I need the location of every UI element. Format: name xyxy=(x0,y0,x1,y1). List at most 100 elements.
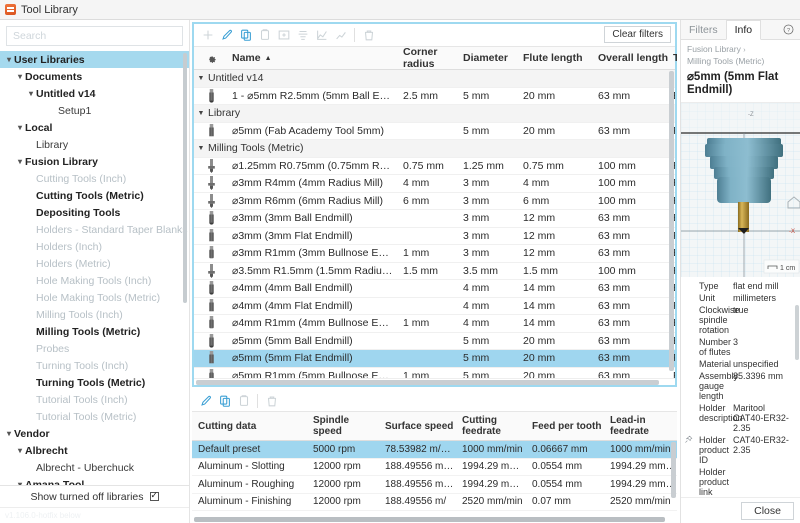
tool-properties-list[interactable]: Type flat end mill Unit millimeters Clockwis… xyxy=(681,277,800,497)
chevron-down-icon[interactable]: ▾ xyxy=(15,446,25,455)
column-header-flute-length[interactable]: Flute length xyxy=(523,52,598,64)
sidebar-item-milling-tools-metric[interactable]: Milling Tools (Metric) xyxy=(0,323,189,340)
sidebar-item-holders-inch[interactable]: Holders (Inch) xyxy=(0,238,189,255)
chevron-down-icon[interactable]: ▾ xyxy=(4,429,14,438)
sidebar-item-documents[interactable]: ▾ Documents xyxy=(0,68,189,85)
show-turned-off-libraries-row[interactable]: Show turned off libraries xyxy=(0,485,189,507)
column-settings-gear-icon[interactable] xyxy=(194,53,228,64)
tab-filters[interactable]: Filters xyxy=(681,20,726,39)
cutting-column-header-feed-per-tooth[interactable]: Feed per tooth xyxy=(526,421,604,432)
column-header-type[interactable]: Type xyxy=(673,52,677,64)
cutting-table-body[interactable]: Default preset 5000 rpm 78.53982 m/… 1000 m… xyxy=(192,441,677,516)
copy-tool-icon[interactable] xyxy=(236,26,255,44)
chevron-down-icon[interactable]: ▾ xyxy=(15,157,25,166)
chevron-down-icon[interactable]: ▾ xyxy=(4,55,14,64)
table-row[interactable]: ⌀5mm R1mm (5mm Bullnose E… 1 mm 5 mm 20 mm 6… xyxy=(194,368,675,378)
cutting-column-header-cutting-feedrate[interactable]: Cutting feedrate xyxy=(456,415,526,437)
copy-preset-icon[interactable] xyxy=(215,392,234,410)
table-row[interactable]: ⌀4mm (4mm Ball Endmill)4 mm14 mm63 mmBal… xyxy=(194,280,675,298)
sidebar-item-albrecht[interactable]: ▾ Albrecht xyxy=(0,442,189,459)
table-row[interactable]: ⌀4mm (4mm Flat Endmill)4 mm14 mm63 mmFla… xyxy=(194,298,675,315)
cutting-data-row[interactable]: Aluminum - Finishing 12000 rpm 188.49556 m… xyxy=(192,494,677,511)
sidebar-item-local[interactable]: ▾ Local xyxy=(0,119,189,136)
cutting-data-row[interactable]: Aluminum - Roughing 12000 rpm 188.49556 m/… xyxy=(192,476,677,494)
sidebar-item-library[interactable]: Library xyxy=(0,136,189,153)
table-row[interactable]: ⌀5mm (Fab Academy Tool 5mm) 5 mm 20 mm 63 m… xyxy=(194,123,675,140)
edit-preset-icon[interactable] xyxy=(196,392,215,410)
sidebar-item-hole-making-tools-metric[interactable]: Hole Making Tools (Metric) xyxy=(0,289,189,306)
table-row[interactable]: 1 - ⌀5mm R2.5mm (5mm Ball E… 2.5 mm 5 mm 20… xyxy=(194,88,675,105)
chevron-down-icon[interactable]: ▾ xyxy=(15,480,25,485)
sidebar-item-vendor[interactable]: ▾ Vendor xyxy=(0,425,189,442)
sidebar-item-albrecht-uberchuck[interactable]: Albrecht - Uberchuck xyxy=(0,459,189,476)
table-row[interactable]: ⌀5mm (5mm Flat Endmill)5 mm20 mm63 mmFla… xyxy=(194,350,675,368)
help-icon[interactable]: ? xyxy=(783,20,800,39)
sidebar-item-milling-tools-inch[interactable]: Milling Tools (Inch) xyxy=(0,306,189,323)
sidebar-item-holders-metric[interactable]: Holders (Metric) xyxy=(0,255,189,272)
edit-tool-icon[interactable] xyxy=(217,26,236,44)
pin-icon[interactable] xyxy=(684,435,693,446)
sidebar-item-tutorial-tools-metric[interactable]: Tutorial Tools (Metric) xyxy=(0,408,189,425)
properties-scrollbar[interactable] xyxy=(795,305,799,360)
chevron-down-icon[interactable]: ▾ xyxy=(26,89,36,98)
chevron-down-icon[interactable]: ▾ xyxy=(15,123,25,132)
flute-length-cell: 4 mm xyxy=(523,177,550,190)
column-header-overall-length[interactable]: Overall length xyxy=(598,52,673,64)
library-tree[interactable]: ▾ User Libraries ▾ Documents ▾ Untitled v14 Se… xyxy=(0,51,189,485)
table-row[interactable]: ⌀3.5mm R1.5mm (1.5mm Radiu… 1.5 mm 3.5 mm 1… xyxy=(194,263,675,280)
tool-table-body[interactable]: ▼ Untitled v14 1 - ⌀5mm R2.5mm (5mm Ball E… xyxy=(194,70,675,378)
tool-group-row[interactable]: ▼ Library xyxy=(194,105,675,123)
sidebar-item-turning-tools-metric[interactable]: Turning Tools (Metric) xyxy=(0,374,189,391)
sidebar-item-hole-making-tools-inch[interactable]: Hole Making Tools (Inch) xyxy=(0,272,189,289)
sidebar-item-user-libraries[interactable]: ▾ User Libraries xyxy=(0,51,189,68)
show-turned-off-checkbox[interactable] xyxy=(149,490,159,501)
sidebar-item-probes[interactable]: Probes xyxy=(0,340,189,357)
chevron-down-icon[interactable]: ▼ xyxy=(194,75,208,82)
close-button[interactable]: Close xyxy=(741,501,794,520)
sidebar-item-cutting-tools-metric[interactable]: Cutting Tools (Metric) xyxy=(0,187,189,204)
tool-list-hscrollbar[interactable] xyxy=(194,378,675,385)
tool-preview-viewport[interactable]: -Z -X 1 cm xyxy=(681,102,800,277)
column-header-diameter[interactable]: Diameter xyxy=(463,52,523,64)
tool-group-row[interactable]: ▼ Milling Tools (Metric) xyxy=(194,140,675,158)
cutting-column-header-spindle-speed[interactable]: Spindle speed xyxy=(307,415,379,437)
sidebar-item-setup1[interactable]: Setup1 xyxy=(0,102,189,119)
table-row[interactable]: ⌀3mm R1mm (3mm Bullnose E… 1 mm 3 mm 12 mm 6… xyxy=(194,245,675,263)
clear-filters-button[interactable]: Clear filters xyxy=(604,26,671,43)
column-header-name[interactable]: Name ▲ xyxy=(228,52,403,64)
cutting-hscrollbar[interactable] xyxy=(192,516,677,523)
chevron-down-icon[interactable]: ▼ xyxy=(194,145,208,152)
chevron-down-icon[interactable]: ▾ xyxy=(15,72,25,81)
sidebar-item-cutting-tools-inch[interactable]: Cutting Tools (Inch) xyxy=(0,170,189,187)
sidebar-item-fusion-library[interactable]: ▾ Fusion Library xyxy=(0,153,189,170)
cutting-column-header-surface-speed[interactable]: Surface speed xyxy=(379,421,456,432)
tool-list-scrollbar[interactable] xyxy=(669,71,674,371)
cutting-column-header-lead-in-feedrate[interactable]: Lead-in feedrate xyxy=(604,415,676,437)
table-row[interactable]: ⌀3mm (3mm Ball Endmill)3 mm12 mm63 mmBal… xyxy=(194,210,675,228)
sidebar-item-untitled-v14[interactable]: ▾ Untitled v14 xyxy=(0,85,189,102)
sidebar-item-turning-tools-inch[interactable]: Turning Tools (Inch) xyxy=(0,357,189,374)
sidebar-item-depositing-tools[interactable]: Depositing Tools xyxy=(0,204,189,221)
cutting-cell: 0.0554 mm xyxy=(532,461,583,473)
cutting-data-row[interactable]: Aluminum - Slotting 12000 rpm 188.49556 m/… xyxy=(192,459,677,476)
table-row[interactable]: ⌀3mm R6mm (6mm Radius Mill) 6 mm 3 mm 6 mm 1… xyxy=(194,193,675,210)
chevron-down-icon[interactable]: ▼ xyxy=(194,110,208,117)
breadcrumb-item-library[interactable]: Fusion Library › xyxy=(687,44,794,56)
table-row[interactable]: ⌀3mm R4mm (4mm Radius Mill) 4 mm 3 mm 4 mm 1… xyxy=(194,175,675,193)
breadcrumb-item-category[interactable]: Milling Tools (Metric) xyxy=(687,56,794,67)
tool-group-row[interactable]: ▼ Untitled v14 xyxy=(194,70,675,88)
sidebar-item-tutorial-tools-inch[interactable]: Tutorial Tools (Inch) xyxy=(0,391,189,408)
cutting-list-scrollbar[interactable] xyxy=(671,442,676,498)
table-row[interactable]: ⌀5mm (5mm Ball Endmill)5 mm20 mm63 mmBal… xyxy=(194,333,675,350)
table-row[interactable]: ⌀1.25mm R0.75mm (0.75mm R… 0.75 mm 1.25 mm… xyxy=(194,158,675,175)
table-row[interactable]: ⌀4mm R1mm (4mm Bullnose E… 1 mm 4 mm 14 mm 6… xyxy=(194,315,675,333)
cutting-data-row[interactable]: Default preset 5000 rpm 78.53982 m/… 1000 m… xyxy=(192,441,677,459)
sidebar-item-amana-tool[interactable]: ▾ Amana Tool xyxy=(0,476,189,486)
cutting-column-header-cutting-data[interactable]: Cutting data xyxy=(192,421,307,432)
search-input[interactable] xyxy=(6,26,183,46)
sidebar-scrollbar[interactable] xyxy=(183,53,187,303)
table-row[interactable]: ⌀3mm (3mm Flat Endmill)3 mm12 mm63 mmFla… xyxy=(194,228,675,245)
sidebar-item-holders-standard-taper-blanks[interactable]: Holders - Standard Taper Blanks xyxy=(0,221,189,238)
column-header-corner-radius[interactable]: Corner radius xyxy=(403,46,463,70)
tab-info[interactable]: Info xyxy=(725,20,762,40)
